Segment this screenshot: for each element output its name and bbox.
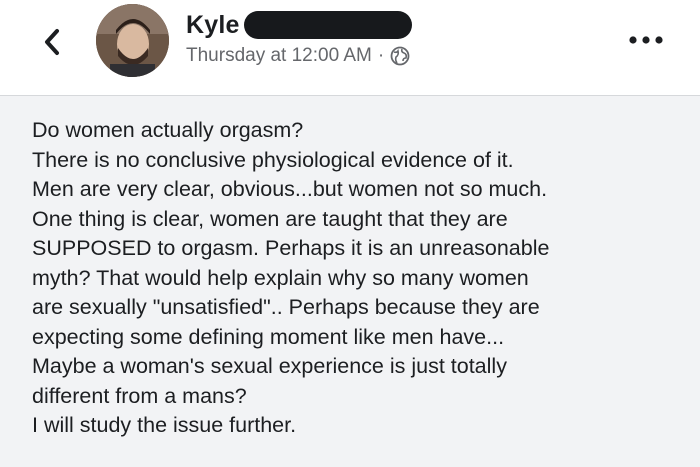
post-header: Kyle Thursday at 12:00 AM ·	[0, 0, 700, 95]
post-line: One thing is clear, women are taught tha…	[32, 206, 508, 231]
globe-icon[interactable]	[390, 46, 410, 66]
author-name[interactable]: Kyle	[186, 11, 240, 40]
post-line: I will study the issue further.	[32, 413, 297, 437]
avatar[interactable]	[96, 4, 169, 77]
post-meta: Thursday at 12:00 AM ·	[186, 43, 410, 69]
post-page: Kyle Thursday at 12:00 AM · Do women act…	[0, 0, 700, 467]
post-line: myth? That would help explain why so man…	[32, 265, 529, 290]
chevron-left-icon	[45, 29, 59, 55]
post-line: different from a mans?	[32, 383, 247, 408]
post-line: Maybe a woman's sexual experience is jus…	[32, 354, 507, 378]
author-row: Kyle	[186, 10, 412, 40]
back-button[interactable]	[32, 22, 72, 62]
post-line: are sexually "unsatisfied".. Perhaps bec…	[32, 295, 540, 319]
post-line: SUPPOSED to orgasm. Perhaps it is an unr…	[32, 236, 550, 260]
post-line: There is no conclusive physiological evi…	[32, 147, 514, 172]
more-horizontal-icon	[629, 36, 663, 44]
post-timestamp[interactable]: Thursday at 12:00 AM	[186, 45, 372, 67]
more-options-button[interactable]	[620, 28, 672, 52]
post-body: Do women actually orgasm? There is no co…	[0, 95, 700, 467]
redacted-last-name	[243, 11, 412, 39]
post-line: expecting some defining moment like men …	[32, 324, 505, 349]
avatar-photo	[96, 4, 169, 77]
post-line: Do women actually orgasm?	[32, 118, 304, 142]
meta-separator: ·	[377, 45, 385, 66]
post-line: Men are very clear, obvious...but women …	[32, 177, 548, 201]
post-text: Do women actually orgasm? There is no co…	[32, 116, 672, 441]
